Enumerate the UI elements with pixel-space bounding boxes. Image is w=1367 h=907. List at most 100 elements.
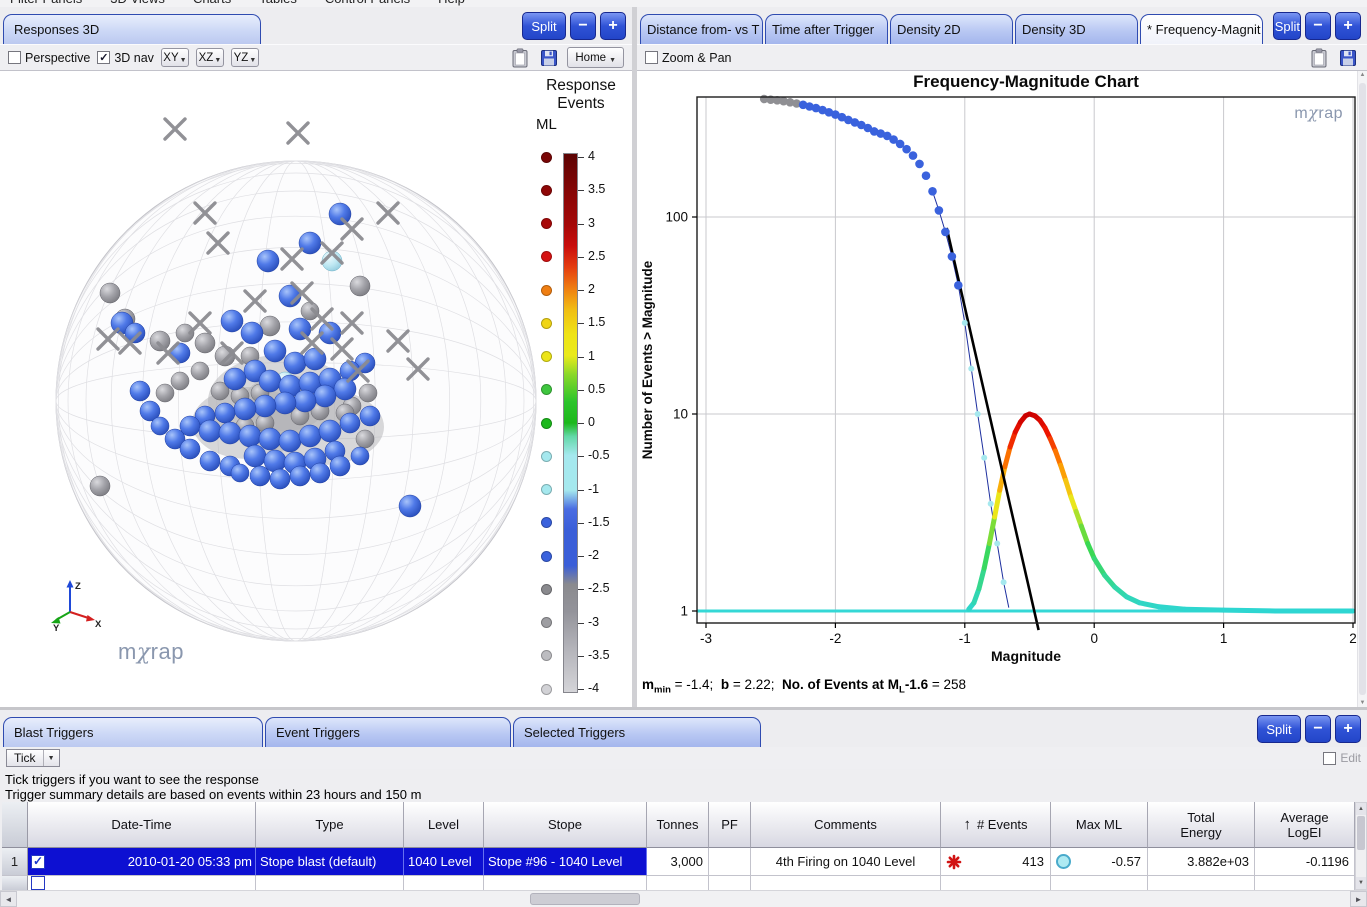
chevron-down-icon: ▼: [249, 57, 256, 64]
save-floppy-icon: [1339, 49, 1357, 67]
maximize-panel-button[interactable]: +: [600, 12, 626, 40]
trigger-tick-checkbox[interactable]: [31, 876, 45, 890]
svg-text:2: 2: [1349, 631, 1357, 646]
legend-tickmark: [578, 556, 584, 557]
chart-vertical-scrollbar[interactable]: ▲ ▼: [1357, 71, 1367, 707]
tab-density-2d[interactable]: Density 2D: [890, 14, 1013, 44]
trigger-tick-checkbox[interactable]: [31, 855, 45, 869]
legend-dot: [541, 684, 552, 695]
col-header-level[interactable]: Level: [404, 802, 484, 848]
scroll-left-icon[interactable]: ◄: [0, 891, 17, 907]
3d-nav-checkbox[interactable]: [97, 51, 110, 64]
col-header-comments[interactable]: Comments: [751, 802, 941, 848]
legend-tick-label: -4: [588, 681, 599, 695]
save-button[interactable]: [1337, 46, 1359, 69]
menu-filter-panels[interactable]: Filter Panels: [10, 0, 82, 6]
table-vertical-scrollbar[interactable]: ▲ ▼: [1355, 802, 1367, 890]
menu-charts[interactable]: Charts: [193, 0, 231, 6]
scrollbar-thumb[interactable]: [1359, 83, 1366, 695]
legend-tick-label: -3.5: [588, 648, 610, 662]
tick-dropdown[interactable]: Tick ▼: [6, 749, 60, 767]
tab-density-3d[interactable]: Density 3D: [1015, 14, 1138, 44]
minimize-panel-button[interactable]: −: [1305, 12, 1331, 40]
minimize-panel-button[interactable]: −: [1305, 715, 1331, 743]
legend-tickmark: [578, 390, 584, 391]
maximize-panel-button[interactable]: +: [1335, 715, 1361, 743]
table-row-partial[interactable]: [2, 876, 1367, 890]
menu-3d-views[interactable]: 3D Views: [110, 0, 165, 6]
edit-checkbox[interactable]: [1323, 752, 1336, 765]
cell-level[interactable]: 1040 Level: [404, 848, 484, 876]
perspective-checkbox[interactable]: [8, 51, 21, 64]
fm-chart-canvas[interactable]: -3-2-1012110100Frequency-Magnitude Chart…: [637, 71, 1357, 707]
split-button-clipped[interactable]: Split: [1273, 12, 1301, 40]
col-header-average-logei[interactable]: Average LogEI: [1255, 802, 1355, 848]
scroll-up-icon[interactable]: ▲: [1356, 803, 1366, 815]
col-header-tonnes[interactable]: Tonnes: [647, 802, 709, 848]
minimize-panel-button[interactable]: −: [570, 12, 596, 40]
col-header-stope[interactable]: Stope: [484, 802, 647, 848]
menu-tables[interactable]: Tables: [259, 0, 297, 6]
col-header-pf[interactable]: PF: [709, 802, 751, 848]
col-header-date-time[interactable]: Date-Time: [28, 802, 256, 848]
tab-blast-triggers[interactable]: Blast Triggers: [3, 717, 263, 747]
scroll-down-icon[interactable]: ▼: [1358, 700, 1367, 706]
cell-max-ml[interactable]: -0.57: [1051, 848, 1148, 876]
view-xy-button[interactable]: XY▼: [161, 48, 189, 67]
scrollbar-thumb[interactable]: [1357, 816, 1365, 850]
col-header-num-events[interactable]: ↑# Events: [941, 802, 1051, 848]
blast-triggers-table: Date-Time Type Level Stope Tonnes PF Com…: [2, 802, 1367, 890]
view-xz-button[interactable]: XZ▼: [196, 48, 224, 67]
tab-time-after-trigger[interactable]: Time after Trigger: [765, 14, 888, 44]
x-axis-label: X: [95, 619, 102, 630]
charts-panel: Distance from- vs T Time after Trigger D…: [637, 7, 1367, 707]
frequency-magnitude-chart[interactable]: -3-2-1012110100Frequency-Magnitude Chart…: [637, 71, 1367, 707]
row-number[interactable]: 1: [2, 848, 28, 876]
menu-help[interactable]: Help: [438, 0, 465, 6]
tab-frequency-magnitude[interactable]: * Frequency-Magnit: [1140, 14, 1263, 44]
mxrap-application-window: Filter Panels 3D Views Charts Tables Con…: [0, 0, 1367, 907]
split-button[interactable]: Split: [1257, 715, 1301, 743]
cell-total-energy[interactable]: 3.882e+03: [1148, 848, 1255, 876]
legend-tick-label: 3.5: [588, 182, 605, 196]
scroll-right-icon[interactable]: ►: [1350, 891, 1367, 907]
horizontal-scrollbar[interactable]: ◄ ►: [0, 890, 1367, 907]
tab-distance-from-vs-time[interactable]: Distance from- vs T: [640, 14, 763, 44]
copy-to-clipboard-button[interactable]: [509, 46, 531, 69]
cell-comments[interactable]: 4th Firing on 1040 Level: [751, 848, 941, 876]
scroll-down-icon[interactable]: ▼: [1356, 877, 1366, 889]
split-button[interactable]: Split: [522, 12, 566, 40]
axis-triad: Z X Y: [50, 574, 106, 637]
zoom-pan-label: Zoom & Pan: [662, 51, 731, 65]
cell-average-logei[interactable]: -0.1196: [1255, 848, 1355, 876]
col-header-type[interactable]: Type: [256, 802, 404, 848]
3d-viewport[interactable]: Response Events ML 43.532.521.510.50-0.5…: [0, 71, 632, 707]
scrollbar-thumb[interactable]: [530, 893, 640, 905]
tab-selected-triggers[interactable]: Selected Triggers: [513, 717, 761, 747]
col-header-max-ml[interactable]: Max ML: [1051, 802, 1148, 848]
cell-tonnes[interactable]: 3,000: [647, 848, 709, 876]
save-button[interactable]: [538, 46, 560, 69]
view-yz-button[interactable]: YZ▼: [231, 48, 259, 67]
tab-event-triggers[interactable]: Event Triggers: [265, 717, 511, 747]
col-header-total-energy[interactable]: Total Energy: [1148, 802, 1255, 848]
zoom-pan-checkbox[interactable]: [645, 51, 658, 64]
copy-to-clipboard-button[interactable]: [1308, 46, 1330, 69]
cell-type[interactable]: Stope blast (default): [256, 848, 404, 876]
menu-control-panels[interactable]: Control Panels: [325, 0, 410, 6]
maximize-panel-button[interactable]: +: [1335, 12, 1361, 40]
cell-pf[interactable]: [709, 848, 751, 876]
legend-tickmark: [578, 456, 584, 457]
tab-responses-3d[interactable]: Responses 3D: [3, 14, 261, 44]
legend-units-label: ML: [536, 116, 557, 133]
legend-dot: [541, 418, 552, 429]
cell-date-time[interactable]: 2010-01-20 05:33 pm: [28, 848, 256, 876]
cell-num-events[interactable]: 413: [941, 848, 1051, 876]
legend-tickmark: [578, 423, 584, 424]
legend-dot: [541, 185, 552, 196]
table-row[interactable]: 1 2010-01-20 05:33 pm Stope blast (defau…: [2, 848, 1367, 876]
triggers-toolbar: Tick ▼ Edit: [0, 747, 1367, 769]
home-view-button[interactable]: Home▼: [567, 47, 624, 68]
cell-stope[interactable]: Stope #96 - 1040 Level: [484, 848, 647, 876]
scroll-up-icon[interactable]: ▲: [1358, 72, 1367, 78]
